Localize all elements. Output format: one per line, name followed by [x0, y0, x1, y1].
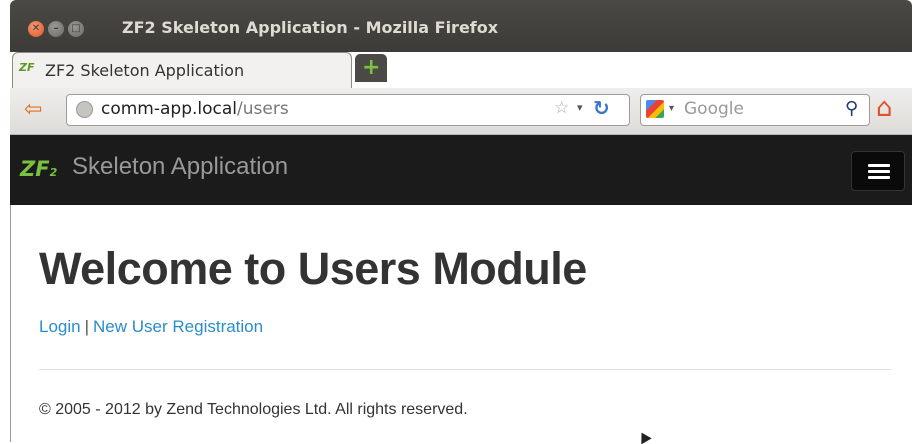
url-host: comm-app.local: [101, 99, 238, 119]
star-icon[interactable]: ☆: [554, 98, 569, 118]
auth-links: Login | New User Registration: [39, 317, 263, 337]
home-icon[interactable]: ⌂: [876, 93, 893, 123]
search-icon[interactable]: ⚲: [845, 98, 858, 119]
logo-num: 2: [49, 166, 58, 179]
footer-copyright: © 2005 - 2012 by Zend Technologies Ltd. …: [39, 401, 468, 418]
browser-navbar: ⇦ comm-app.local/users ☆ ▾ ↻ ▾ Google ⚲ …: [10, 88, 912, 135]
url-path: /users: [237, 99, 289, 119]
page-content: Welcome to Users Module Login | New User R…: [10, 205, 912, 442]
url-bar[interactable]: comm-app.local/users ☆ ▾ ↻: [66, 94, 630, 126]
zf-logo-icon[interactable]: ZF2: [20, 157, 57, 181]
globe-icon: [76, 101, 93, 118]
logo-f: F: [35, 157, 50, 181]
browser-tab[interactable]: ZF ZF2 Skeleton Application: [12, 52, 352, 89]
link-separator: |: [84, 317, 90, 336]
plus-icon: +: [362, 55, 381, 80]
divider: [39, 369, 891, 370]
app-navbar: ZF2 Skeleton Application: [10, 135, 912, 205]
register-link[interactable]: New User Registration: [93, 317, 263, 336]
page-title: Welcome to Users Module: [39, 243, 587, 294]
app-brand[interactable]: Skeleton Application: [72, 153, 288, 181]
chevron-down-icon[interactable]: ▾: [577, 101, 583, 114]
search-placeholder: Google: [684, 99, 744, 119]
close-icon[interactable]: ✕: [28, 21, 44, 37]
search-input[interactable]: ▾ Google ⚲: [640, 94, 870, 126]
new-tab-button[interactable]: +: [355, 54, 387, 82]
zf-favicon-icon: ZF: [19, 61, 35, 74]
logo-z: Z: [20, 157, 36, 181]
window-title: ZF2 Skeleton Application - Mozilla Firef…: [122, 18, 499, 37]
window-titlebar: ✕ – □ ZF2 Skeleton Application - Mozilla…: [10, 0, 912, 52]
google-icon[interactable]: [646, 100, 664, 118]
reload-icon[interactable]: ↻: [593, 96, 610, 120]
back-arrow-icon[interactable]: ⇦: [24, 98, 42, 122]
menu-toggle-button[interactable]: [851, 151, 905, 191]
minimize-icon[interactable]: –: [48, 21, 64, 37]
tab-title: ZF2 Skeleton Application: [45, 61, 245, 80]
login-link[interactable]: Login: [39, 317, 81, 336]
maximize-icon[interactable]: □: [68, 21, 84, 37]
url-text[interactable]: comm-app.local/users: [101, 99, 289, 119]
chevron-down-icon[interactable]: ▾: [669, 103, 674, 114]
